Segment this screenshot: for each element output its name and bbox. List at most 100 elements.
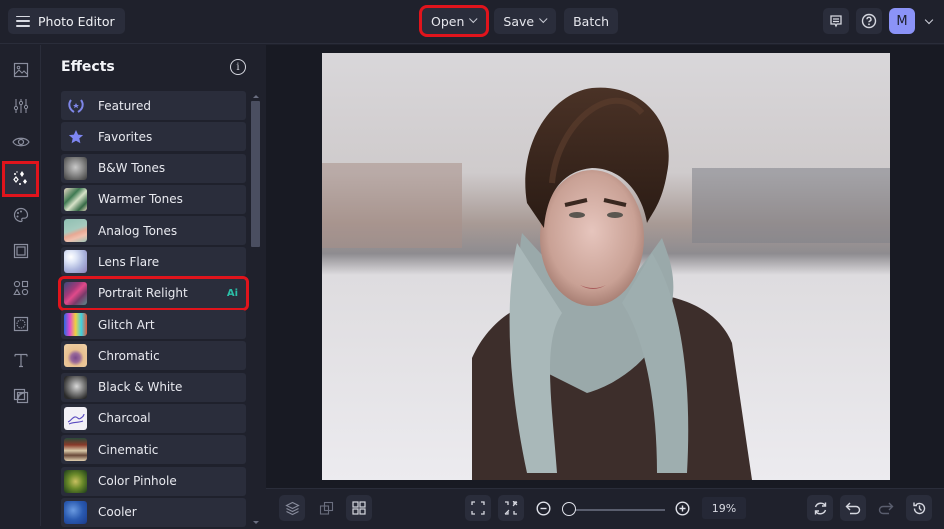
effect-charcoal[interactable]: Charcoal xyxy=(61,403,246,433)
effect-label: Chromatic xyxy=(98,348,160,363)
actual-size-button[interactable] xyxy=(498,495,524,521)
rail-item-textures[interactable] xyxy=(5,309,36,339)
chevron-down-icon xyxy=(539,14,548,24)
open-button[interactable]: Open xyxy=(418,5,490,37)
thumbnail-black-and-white xyxy=(64,375,87,399)
grid-icon xyxy=(352,501,366,515)
effects-panel: Effects i Featured Favorites B&W Tones W… xyxy=(42,45,265,529)
shrink-icon xyxy=(504,501,518,515)
laurel-icon xyxy=(64,94,87,117)
redo-icon xyxy=(878,502,894,515)
effect-favorites[interactable]: Favorites xyxy=(61,122,246,152)
avatar-initial: M xyxy=(896,13,908,29)
effect-label: Analog Tones xyxy=(98,223,178,238)
effect-label: Favorites xyxy=(98,129,153,144)
info-icon[interactable]: i xyxy=(230,59,246,75)
chevron-down-icon xyxy=(469,14,478,24)
effect-featured[interactable]: Featured xyxy=(61,91,246,120)
effects-sparkle-icon xyxy=(12,171,27,185)
rail-item-effects[interactable] xyxy=(2,161,39,197)
zoom-out-button[interactable] xyxy=(530,495,556,521)
thumbnail-cooler xyxy=(64,500,87,524)
compare-icon xyxy=(319,501,333,515)
history-button[interactable] xyxy=(906,495,932,521)
save-label: Save xyxy=(503,13,535,29)
rail-item-frames[interactable] xyxy=(5,236,36,266)
layers-button[interactable] xyxy=(279,495,305,521)
effect-cinematic[interactable]: Cinematic xyxy=(61,435,246,465)
rail-item-adjust[interactable] xyxy=(5,91,36,121)
zoom-value-field[interactable]: 19% xyxy=(702,497,746,519)
panel-title: Effects xyxy=(61,59,115,75)
zoom-in-button[interactable] xyxy=(669,495,695,521)
rail-item-image[interactable] xyxy=(5,55,36,85)
effect-warmer-tones[interactable]: Warmer Tones xyxy=(61,184,246,214)
rail-item-text[interactable] xyxy=(5,345,36,375)
avatar[interactable]: M xyxy=(889,8,915,34)
open-label: Open xyxy=(431,13,465,29)
zoom-out-icon xyxy=(535,500,551,516)
effect-bw-tones[interactable]: B&W Tones xyxy=(61,153,246,183)
effect-label: Cooler xyxy=(98,505,137,520)
eye-icon xyxy=(11,137,30,147)
text-icon xyxy=(13,353,28,368)
adjust-sliders-icon xyxy=(13,99,28,113)
rail-item-graphics[interactable] xyxy=(5,273,36,303)
save-button[interactable]: Save xyxy=(494,8,557,34)
scroll-up-arrow-icon[interactable] xyxy=(253,95,259,98)
rail-item-view[interactable] xyxy=(5,127,36,157)
effect-black-and-white[interactable]: Black & White xyxy=(61,372,246,402)
fit-screen-button[interactable] xyxy=(465,495,491,521)
texture-icon xyxy=(13,316,28,332)
reset-button[interactable] xyxy=(807,495,833,521)
shapes-icon xyxy=(12,280,28,296)
compare-button[interactable] xyxy=(313,495,339,521)
effects-scrollbar[interactable] xyxy=(250,95,260,526)
zoom-slider-track[interactable] xyxy=(569,509,665,511)
effect-color-pinhole[interactable]: Color Pinhole xyxy=(61,466,246,496)
scroll-down-arrow-icon[interactable] xyxy=(253,521,259,524)
effect-cooler[interactable]: Cooler xyxy=(61,497,246,527)
feedback-icon xyxy=(830,15,842,28)
rail-item-overlays[interactable] xyxy=(5,381,36,411)
effect-lens-flare[interactable]: Lens Flare xyxy=(61,247,246,277)
thumbnail-portrait-relight xyxy=(64,281,87,305)
rail-item-paint[interactable] xyxy=(5,200,36,230)
image-icon xyxy=(13,62,28,78)
undo-button[interactable] xyxy=(840,495,866,521)
redo-button[interactable] xyxy=(873,495,899,521)
effect-label: Charcoal xyxy=(98,411,151,426)
zoom-slider-handle[interactable] xyxy=(562,502,576,516)
thumbnail-cinematic xyxy=(64,438,87,462)
zoom-in-icon xyxy=(674,500,690,516)
chevron-down-icon[interactable] xyxy=(924,15,934,24)
batch-button[interactable]: Batch xyxy=(564,8,619,34)
effect-label: Featured xyxy=(98,98,151,113)
app-menu-button[interactable]: Photo Editor xyxy=(8,8,125,34)
expand-icon xyxy=(471,501,485,515)
overlay-icon xyxy=(13,388,28,404)
effect-portrait-relight[interactable]: Portrait Relight Ai xyxy=(58,275,249,311)
thumbnail-analog-tones xyxy=(64,219,87,243)
hamburger-icon xyxy=(16,15,30,27)
effects-list: Featured Favorites B&W Tones Warmer Tone… xyxy=(58,91,249,529)
batch-label: Batch xyxy=(573,13,610,29)
thumbnail-color-pinhole xyxy=(64,469,87,493)
photo-canvas[interactable] xyxy=(322,53,890,480)
effect-glitch-art[interactable]: Glitch Art xyxy=(61,310,246,340)
effect-label: Warmer Tones xyxy=(98,192,183,207)
ai-badge: Ai xyxy=(226,287,238,299)
history-icon xyxy=(912,502,925,514)
effect-label: Lens Flare xyxy=(98,254,160,269)
effect-label: B&W Tones xyxy=(98,161,166,176)
thumbnail-lens-flare xyxy=(64,250,87,274)
effect-label: Portrait Relight xyxy=(98,286,188,301)
scrollbar-thumb[interactable] xyxy=(251,101,260,247)
effect-analog-tones[interactable]: Analog Tones xyxy=(61,216,246,246)
grid-view-button[interactable] xyxy=(346,495,372,521)
refresh-icon xyxy=(814,502,826,514)
app-title: Photo Editor xyxy=(38,13,115,29)
feedback-button[interactable] xyxy=(823,8,849,34)
help-button[interactable] xyxy=(856,8,882,34)
effect-chromatic[interactable]: Chromatic xyxy=(61,341,246,371)
